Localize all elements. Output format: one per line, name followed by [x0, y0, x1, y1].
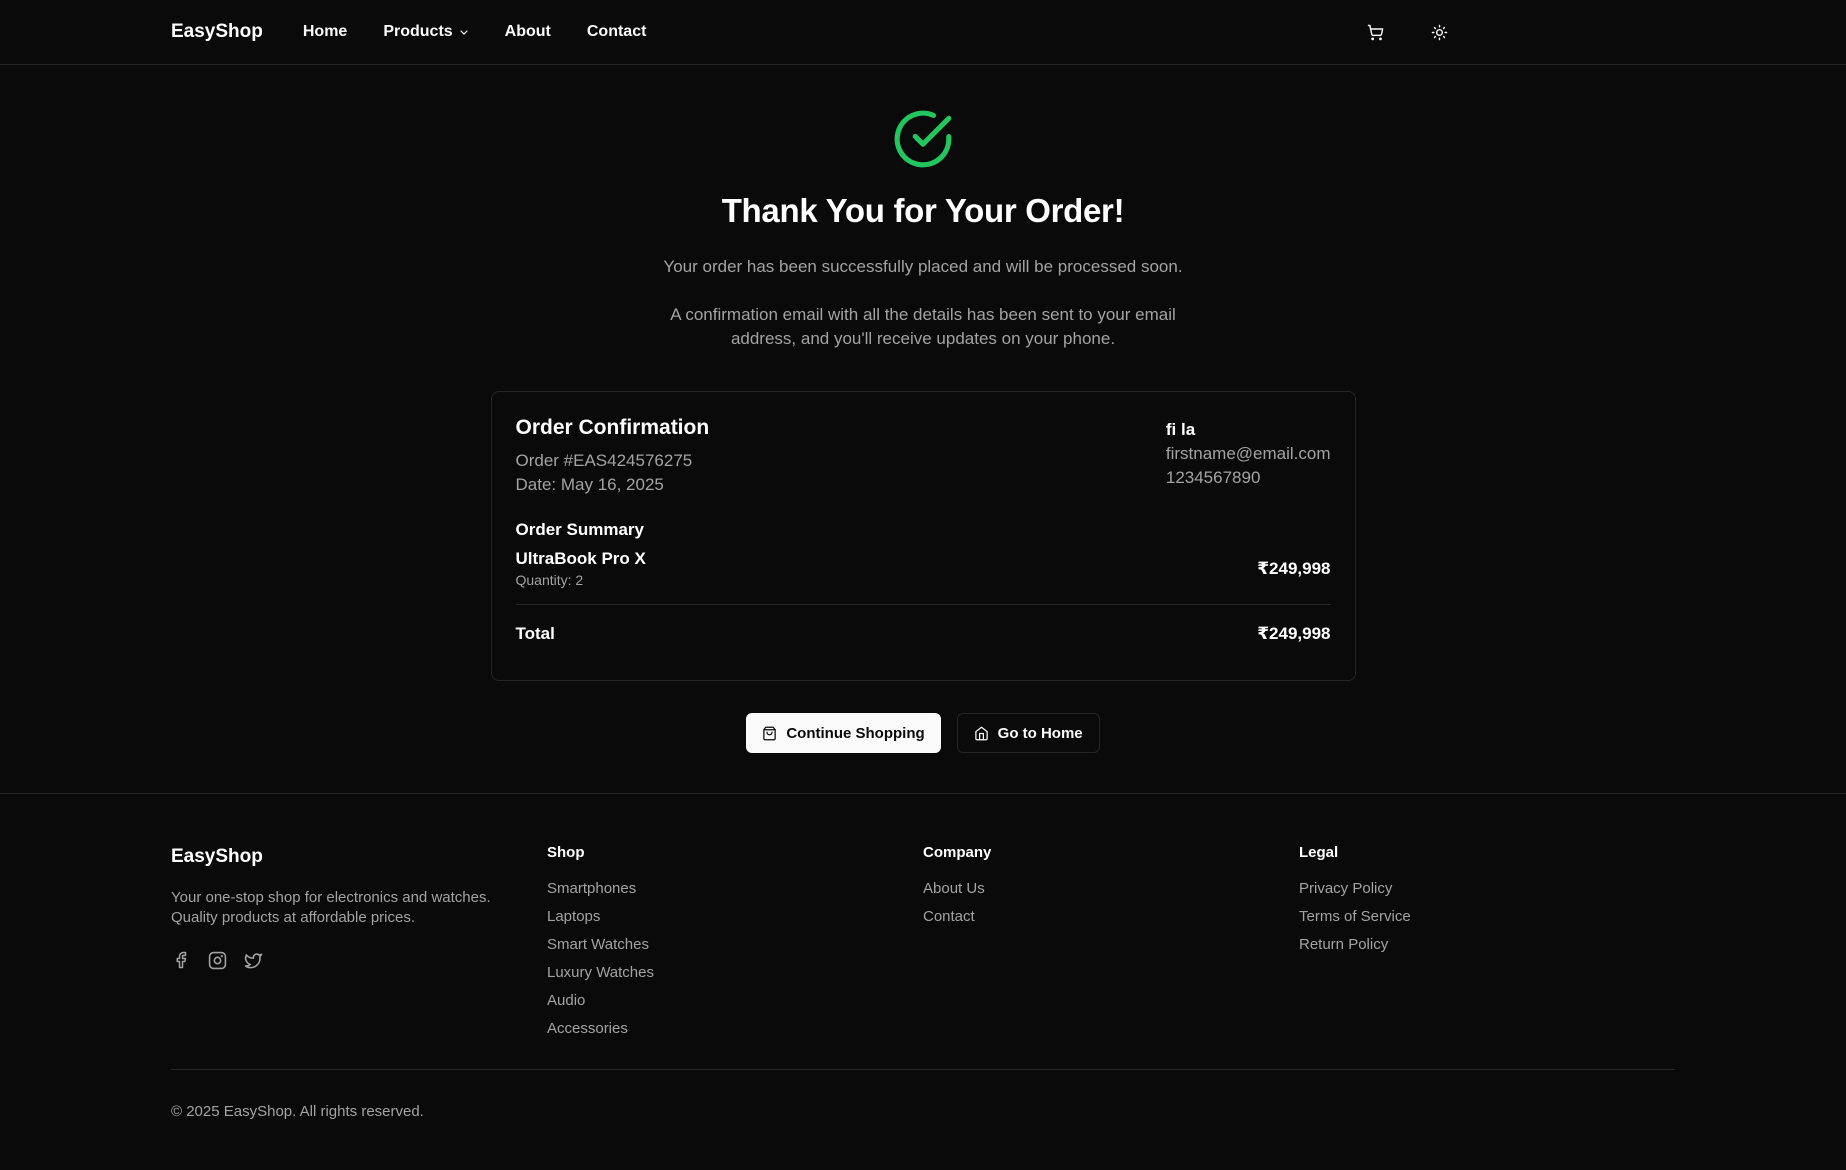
copyright: © 2025 EasyShop. All rights reserved.: [171, 1103, 424, 1120]
site-header: EasyShop Home Products About Contact: [0, 0, 1846, 65]
nav-about-label: About: [504, 23, 551, 40]
order-confirmation-page: Thank You for Your Order! Your order has…: [0, 65, 1846, 753]
footer-shop-links: Smartphones Laptops Smart Watches Luxury…: [547, 875, 923, 1043]
facebook-link[interactable]: [171, 950, 191, 970]
success-message: Your order has been successfully placed …: [663, 257, 1183, 276]
cart-button[interactable]: [1358, 16, 1392, 50]
order-item: UltraBook Pro X Quantity: 2 ₹249,998: [515, 549, 1331, 605]
customer-name: fi la: [1165, 420, 1196, 439]
footer-link-return-policy[interactable]: Return Policy: [1299, 931, 1675, 959]
footer-shop-heading: Shop: [547, 844, 585, 861]
footer-legal-col: Legal Privacy Policy Terms of Service Re…: [1299, 844, 1675, 1043]
instagram-icon: [208, 951, 226, 969]
instagram-link[interactable]: [207, 950, 227, 970]
go-home-button[interactable]: Go to Home: [956, 713, 1100, 753]
item-price: ₹249,998: [1257, 558, 1331, 578]
footer-columns: EasyShop Your one-stop shop for electron…: [171, 844, 1675, 1043]
order-total-row: Total ₹249,998: [516, 605, 1331, 662]
action-buttons: Continue Shopping Go to Home: [746, 713, 1100, 753]
footer-link-laptops[interactable]: Laptops: [547, 903, 923, 931]
footer-link-smartphones[interactable]: Smartphones: [547, 875, 923, 903]
footer-link-about-us[interactable]: About Us: [923, 875, 1299, 903]
order-card: Order Confirmation Order #EAS424576275 D…: [490, 391, 1356, 681]
item-quantity: Quantity: 2: [515, 572, 584, 588]
theme-toggle-button[interactable]: [1422, 16, 1456, 50]
nav-products[interactable]: Products: [383, 23, 468, 41]
footer-legal-heading: Legal: [1299, 844, 1339, 861]
cart-icon: [1367, 24, 1383, 41]
total-value: ₹249,998: [1257, 623, 1331, 643]
social-links: [171, 950, 547, 970]
customer-info: fi la firstname@email.com 1234567890: [1166, 418, 1331, 490]
footer-link-terms-of-service[interactable]: Terms of Service: [1299, 903, 1675, 931]
footer-link-smart-watches[interactable]: Smart Watches: [547, 931, 923, 959]
nav-products-label: Products: [383, 23, 453, 40]
footer-link-privacy-policy[interactable]: Privacy Policy: [1299, 875, 1675, 903]
footer-link-contact[interactable]: Contact: [923, 903, 1299, 931]
check-circle-icon: [894, 110, 952, 168]
site-footer: EasyShop Your one-stop shop for electron…: [0, 793, 1846, 1170]
brand-logo[interactable]: EasyShop: [171, 21, 263, 43]
footer-description: Your one-stop shop for electronics and w…: [171, 889, 491, 926]
go-home-label: Go to Home: [997, 724, 1083, 742]
chevron-down-icon: [459, 27, 469, 37]
footer-link-audio[interactable]: Audio: [547, 987, 923, 1015]
twitter-icon: [244, 952, 262, 968]
twitter-link[interactable]: [243, 950, 263, 970]
nav-contact[interactable]: Contact: [587, 23, 647, 41]
total-label: Total: [515, 623, 555, 643]
nav-about[interactable]: About: [505, 23, 551, 41]
facebook-icon: [176, 951, 187, 969]
customer-phone: 1234567890: [1165, 468, 1261, 487]
nav-home-label: Home: [302, 23, 348, 40]
nav-contact-label: Contact: [586, 23, 647, 40]
footer-divider: [171, 1069, 1675, 1070]
order-summary-title: Order Summary: [515, 520, 645, 539]
footer-company-heading: Company: [923, 844, 992, 861]
footer-brand-col: EasyShop Your one-stop shop for electron…: [171, 844, 547, 1043]
page-title: Thank You for Your Order!: [721, 192, 1125, 229]
continue-shopping-button[interactable]: Continue Shopping: [746, 713, 941, 753]
shopping-bag-icon: [763, 726, 777, 740]
header-actions: [1358, 0, 1456, 65]
item-name: UltraBook Pro X: [515, 549, 646, 568]
continue-shopping-label: Continue Shopping: [786, 724, 925, 742]
footer-company-col: Company About Us Contact: [923, 844, 1299, 1043]
footer-legal-links: Privacy Policy Terms of Service Return P…: [1299, 875, 1675, 959]
footer-brand: EasyShop: [171, 846, 263, 867]
sun-icon: [1431, 24, 1447, 41]
customer-email: firstname@email.com: [1165, 444, 1331, 463]
footer-link-accessories[interactable]: Accessories: [547, 1015, 923, 1043]
footer-shop-col: Shop Smartphones Laptops Smart Watches L…: [547, 844, 923, 1043]
footer-company-links: About Us Contact: [923, 875, 1299, 931]
main-nav: Home Products About Contact: [303, 23, 683, 41]
email-note: A confirmation email with all the detail…: [670, 305, 1176, 348]
home-icon: [974, 726, 988, 740]
footer-link-luxury-watches[interactable]: Luxury Watches: [547, 959, 923, 987]
nav-home[interactable]: Home: [303, 23, 347, 41]
